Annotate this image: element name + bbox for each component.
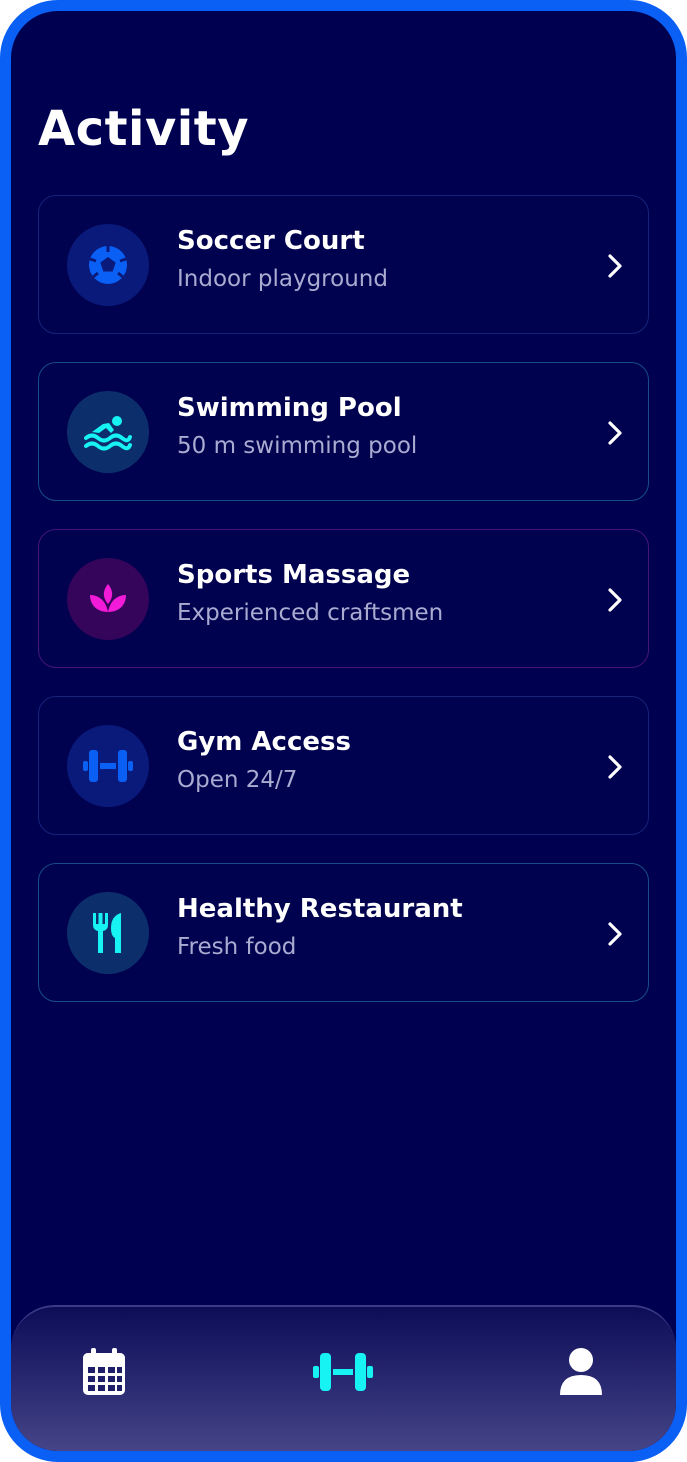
chevron-right-icon: [608, 421, 622, 445]
chevron-right-icon: [608, 588, 622, 612]
swimmer-icon: [67, 391, 149, 473]
activity-subtitle: Fresh food: [177, 934, 297, 960]
activity-subtitle: 50 m swimming pool: [177, 433, 418, 459]
activity-subtitle: Open 24/7: [177, 767, 298, 793]
tab-gym[interactable]: [303, 1337, 383, 1407]
activity-card-gym-access[interactable]: Gym Access Open 24/7: [38, 696, 649, 835]
activity-card-healthy-restaurant[interactable]: Healthy Restaurant Fresh food: [38, 863, 649, 1002]
activity-subtitle: Indoor playground: [177, 266, 388, 292]
bottom-tab-bar: [11, 1305, 676, 1451]
utensils-icon: [67, 892, 149, 974]
activity-card-swimming-pool[interactable]: Swimming Pool 50 m swimming pool: [38, 362, 649, 501]
tab-calendar[interactable]: [64, 1337, 144, 1407]
user-icon: [560, 1348, 602, 1395]
lotus-icon: [67, 558, 149, 640]
activity-title: Soccer Court: [177, 226, 365, 256]
calendar-icon: [83, 1348, 125, 1395]
dumbbell-icon: [313, 1353, 373, 1391]
activity-card-soccer-court[interactable]: Soccer Court Indoor playground: [38, 195, 649, 334]
activity-subtitle: Experienced craftsmen: [177, 600, 444, 626]
dumbbell-icon: [67, 725, 149, 807]
activity-title: Sports Massage: [177, 560, 411, 590]
activity-title: Gym Access: [177, 727, 351, 757]
tab-profile[interactable]: [541, 1337, 621, 1407]
chevron-right-icon: [608, 254, 622, 278]
activity-card-sports-massage[interactable]: Sports Massage Experienced craftsmen: [38, 529, 649, 668]
chevron-right-icon: [608, 922, 622, 946]
activity-title: Healthy Restaurant: [177, 894, 463, 924]
chevron-right-icon: [608, 755, 622, 779]
activity-title: Swimming Pool: [177, 393, 402, 423]
soccer-ball-icon: [67, 224, 149, 306]
phone-frame: Activity Soccer Court Indoor playground: [0, 0, 687, 1462]
page-title: Activity: [38, 101, 249, 157]
